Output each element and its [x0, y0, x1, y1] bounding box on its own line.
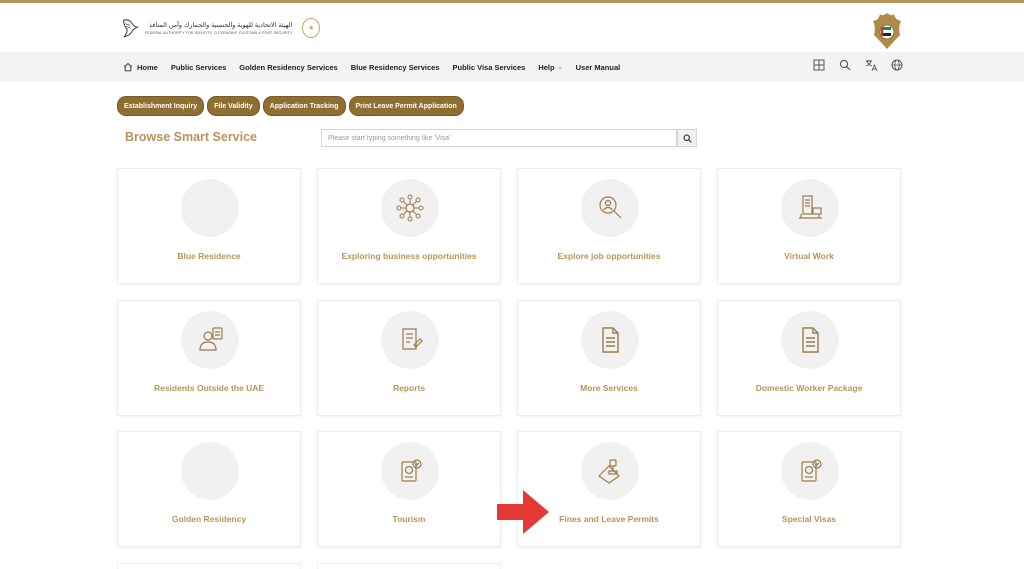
- report-icon: [402, 328, 423, 350]
- nav-public-visa-services[interactable]: Public Visa Services: [453, 63, 526, 72]
- passport-icon: [401, 459, 422, 482]
- card-icon-circle: [181, 179, 239, 237]
- remote-work-icon: [799, 195, 822, 219]
- service-card-label: Exploring business opportunities: [341, 251, 477, 261]
- nav-public-visa-label: Public Visa Services: [452, 62, 526, 72]
- service-card-virtual-work[interactable]: Virtual Work: [717, 168, 901, 284]
- red-pointer-arrow-icon: [497, 490, 549, 534]
- service-card-explore-job[interactable]: Explore job opportunities: [517, 168, 701, 284]
- service-card-label: Explore job opportunities: [557, 251, 661, 261]
- nav-home-label: Home: [137, 62, 158, 72]
- service-card-tourism[interactable]: Tourism: [317, 431, 501, 547]
- partial-card-row: [117, 563, 301, 569]
- quick-links-bar: Establishment Inquiry File Validity Appl…: [117, 96, 464, 116]
- grid-icon[interactable]: [812, 58, 826, 72]
- nav-blue-residency-label: Blue Residency Services: [350, 62, 440, 72]
- globe-icon[interactable]: [890, 58, 904, 72]
- authority-logo[interactable]: الهيئة الاتحادية للهوية والجنسية والجمار…: [120, 13, 320, 43]
- resident-icon: [199, 327, 223, 351]
- nav-home[interactable]: Home: [123, 62, 158, 72]
- search-icon: [682, 133, 692, 143]
- stars-badge-icon: ★: [302, 18, 320, 38]
- chevron-down-icon: ⌄: [557, 64, 563, 71]
- site-header: الهيئة الاتحادية للهوية والجنسية والجمار…: [0, 3, 1024, 52]
- service-card-special-visas[interactable]: Special Visas: [717, 431, 901, 547]
- logo-arabic-text: الهيئة الاتحادية للهوية والجنسية والجمار…: [148, 22, 293, 29]
- service-card-label: Domestic Worker Package: [755, 383, 863, 393]
- partial-card-row: [317, 563, 501, 569]
- service-search-input[interactable]: Please start typing something like 'Visa…: [321, 129, 677, 147]
- service-card-label: Blue Residence: [177, 251, 241, 261]
- establishment-inquiry-button[interactable]: Establishment Inquiry: [117, 96, 205, 116]
- print-leave-permit-button[interactable]: Print Leave Permit Application: [348, 96, 464, 116]
- service-card-blue-residence[interactable]: Blue Residence: [117, 168, 301, 284]
- network-icon: [396, 194, 424, 222]
- document-icon: [802, 327, 819, 353]
- passport-icon: [801, 459, 822, 482]
- nav-user-manual[interactable]: User Manual: [576, 63, 621, 72]
- service-card-residents-outside-uae[interactable]: Residents Outside the UAE: [117, 300, 301, 416]
- main-navbar: Home Public Services Golden Residency Se…: [0, 52, 1024, 82]
- service-card-label: Virtual Work: [784, 251, 834, 261]
- service-card-domestic-worker[interactable]: Domestic Worker Package: [717, 300, 901, 416]
- nav-public-services[interactable]: Public Services: [171, 63, 226, 72]
- document-icon: [602, 327, 619, 353]
- nav-help-label: Help: [538, 62, 555, 72]
- uae-emblem-icon: [873, 13, 901, 49]
- service-card-label: Reports: [392, 383, 426, 393]
- service-card-exploring-business[interactable]: Exploring business opportunities: [317, 168, 501, 284]
- service-card-label: Special Visas: [781, 514, 837, 524]
- service-card-label: Residents Outside the UAE: [153, 383, 265, 393]
- nav-public-services-label: Public Services: [170, 62, 227, 72]
- nav-help[interactable]: Help ⌄: [538, 63, 562, 72]
- falcon-logo-icon: [122, 19, 139, 38]
- service-card-label: Tourism: [392, 514, 426, 524]
- service-card-reports[interactable]: Reports: [317, 300, 501, 416]
- service-card-more-services[interactable]: More Services: [517, 300, 701, 416]
- nav-user-manual-label: User Manual: [575, 62, 621, 72]
- job-search-icon: [599, 196, 622, 219]
- file-validity-button[interactable]: File Validity: [207, 96, 260, 116]
- logo-english-text: FEDERAL AUTHORITY FOR IDENTITY, CITIZENS…: [145, 31, 293, 35]
- service-card-golden-residency[interactable]: Golden Residency: [117, 431, 301, 547]
- translate-icon[interactable]: [864, 58, 878, 72]
- nav-golden-residency-services[interactable]: Golden Residency Services: [239, 63, 337, 72]
- service-card-label: Golden Residency: [171, 514, 247, 524]
- home-icon: [123, 62, 133, 72]
- search-icon[interactable]: [838, 58, 852, 72]
- card-icon-circle: [181, 442, 239, 500]
- application-tracking-button[interactable]: Application Tracking: [262, 96, 346, 116]
- nav-blue-residency-services[interactable]: Blue Residency Services: [351, 63, 440, 72]
- browse-smart-service-title: Browse Smart Service: [125, 130, 258, 144]
- stamp-icon: [598, 459, 620, 484]
- search-submit-button[interactable]: [677, 129, 697, 147]
- nav-golden-residency-label: Golden Residency Services: [239, 62, 338, 72]
- service-card-label: More Services: [580, 383, 638, 393]
